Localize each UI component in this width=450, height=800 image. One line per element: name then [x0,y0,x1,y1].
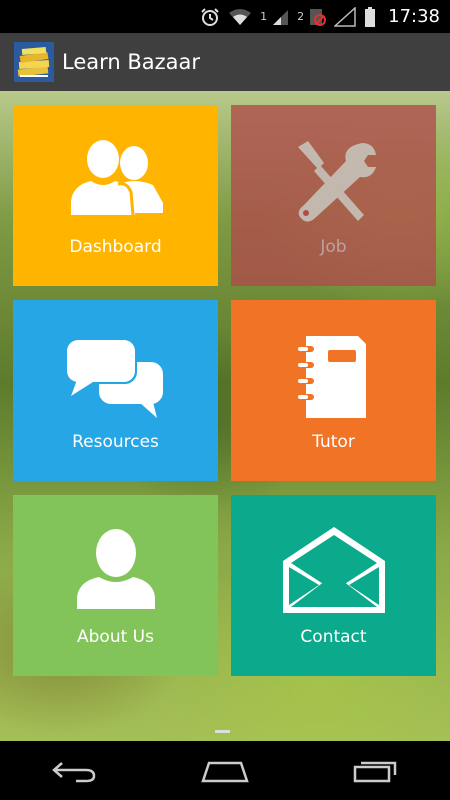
alarm-icon [200,7,220,27]
back-icon[interactable] [45,751,105,791]
job-tile[interactable]: Job [231,105,436,286]
notebook-icon [284,332,384,422]
signal-sim1-icon [271,8,289,26]
app-title: Learn Bazaar [62,50,201,74]
action-bar: Learn Bazaar [0,33,450,91]
recents-icon[interactable] [345,751,405,791]
no-data-icon [308,7,327,27]
clock: 17:38 [388,6,440,27]
sim1-label: 1 [260,10,268,23]
tools-icon [284,137,384,227]
dashboard-label: Dashboard [69,237,162,257]
tutor-tile[interactable]: Tutor [231,300,436,481]
wifi-icon [228,8,252,26]
about-us-label: About Us [77,627,154,647]
resources-label: Resources [72,432,159,452]
job-label: Job [320,237,347,257]
signal-icon [334,6,356,27]
users-icon [61,137,171,227]
navigation-bar [0,741,450,800]
tutor-label: Tutor [312,432,355,452]
tile-grid: Dashboard Job Resources Tutor About Us C… [0,91,450,741]
user-icon [61,527,171,617]
envelope-icon [279,527,389,617]
page-indicator [215,730,230,733]
contact-tile[interactable]: Contact [231,495,436,676]
about-us-tile[interactable]: About Us [13,495,218,676]
battery-icon [364,6,376,27]
sim2-label: 2 [297,10,305,23]
home-icon[interactable] [195,751,255,791]
status-bar: 1 2 17:38 [0,0,450,33]
resources-tile[interactable]: Resources [13,300,218,481]
dashboard-tile[interactable]: Dashboard [13,105,218,286]
chat-bubbles-icon [61,332,171,422]
books-logo-icon[interactable] [14,42,54,82]
contact-label: Contact [300,627,367,647]
